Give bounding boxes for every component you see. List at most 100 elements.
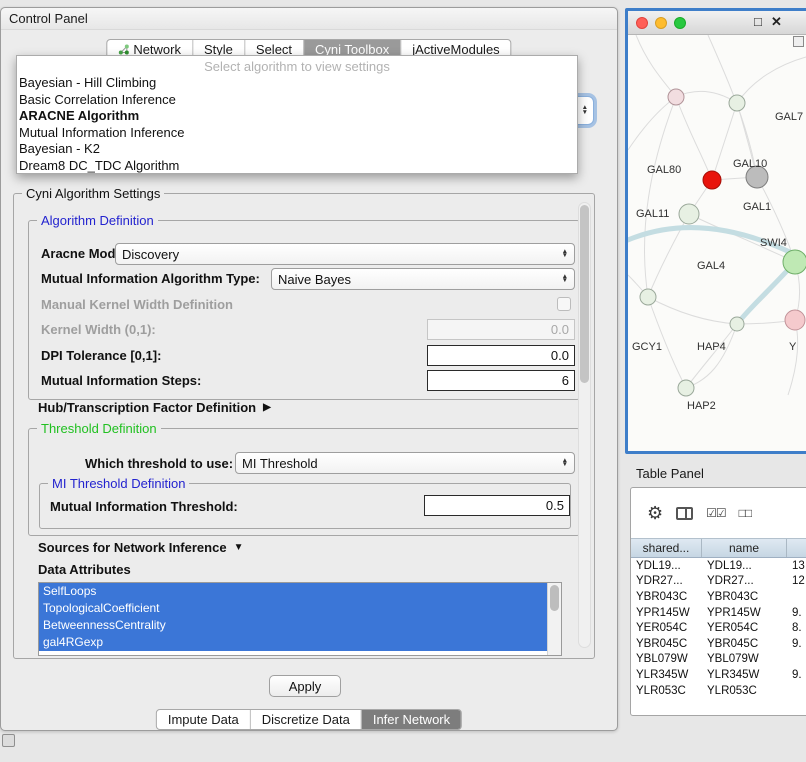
table-header-row: shared...name: [631, 538, 806, 558]
table-column-header[interactable]: shared...: [631, 539, 702, 557]
network-edge: [686, 324, 737, 388]
select-all-columns-icon[interactable]: [706, 506, 726, 520]
table-cell: 9.: [787, 669, 806, 681]
table-row[interactable]: YBR045CYBR045C9.: [631, 636, 806, 652]
mi-threshold-legend: MI Threshold Definition: [48, 476, 189, 491]
table-row[interactable]: YLR345WYLR345W9.: [631, 667, 806, 683]
algorithm-option-dream8-dc-tdc-algorithm[interactable]: Dream8 DC_TDC Algorithm: [17, 158, 577, 175]
table-column-header[interactable]: [787, 539, 806, 557]
algorithm-option-aracne-algorithm[interactable]: ARACNE Algorithm: [17, 108, 577, 125]
table-cell: 8.: [787, 622, 806, 634]
table-panel-toolbar: [631, 488, 806, 538]
network-edge: [628, 97, 676, 150]
dpi-tolerance-input[interactable]: [427, 345, 575, 366]
table-panel: shared...name YDL19...YDL19...13YDR27...…: [630, 487, 806, 716]
algorithm-option-bayesian-hill-climbing[interactable]: Bayesian - Hill Climbing: [17, 75, 577, 92]
network-node[interactable]: [678, 380, 694, 396]
column-browser-icon[interactable]: [676, 507, 693, 520]
control-panel-titlebar[interactable]: Control Panel: [1, 8, 617, 30]
network-node[interactable]: [668, 89, 684, 105]
network-node-label: GAL1: [743, 201, 771, 213]
mi-steps-label: Mutual Information Steps:: [41, 373, 201, 388]
which-threshold-value: MI Threshold: [242, 456, 556, 471]
algorithm-dropdown-popup: Select algorithm to view settings Bayesi…: [16, 55, 578, 174]
network-node[interactable]: [730, 317, 744, 331]
table-row[interactable]: YDL19...YDL19...13: [631, 558, 806, 574]
network-edge: [644, 97, 676, 297]
tab-infer-network[interactable]: Infer Network: [361, 710, 461, 729]
kernel-width-label: Kernel Width (0,1):: [41, 322, 156, 337]
network-node[interactable]: [640, 289, 656, 305]
network-overview-toggle[interactable]: [793, 36, 804, 47]
which-threshold-combobox[interactable]: MI Threshold: [235, 452, 575, 474]
table-body: YDL19...YDL19...13YDR27...YDR27...12YBR0…: [631, 558, 806, 716]
network-node[interactable]: [679, 204, 699, 224]
table-row[interactable]: YLR053CYLR053C: [631, 683, 806, 699]
data-attribute-item[interactable]: SelfLoops: [39, 583, 547, 600]
table-cell: 9.: [787, 607, 806, 619]
minimize-traffic-light[interactable]: [655, 17, 667, 29]
network-node-label: GAL4: [697, 260, 725, 272]
kernel-width-input[interactable]: [427, 319, 575, 340]
settings-scrollbar[interactable]: [578, 202, 591, 648]
network-node[interactable]: [783, 250, 806, 274]
manual-kernel-width-checkbox[interactable]: [557, 297, 571, 311]
table-panel-title: Table Panel: [636, 466, 704, 481]
data-attribute-item[interactable]: TopologicalCoefficient: [39, 600, 547, 617]
mi-threshold-input[interactable]: [424, 495, 570, 516]
algorithm-option-basic-correlation-inference[interactable]: Basic Correlation Inference: [17, 92, 577, 109]
list-scrollbar-thumb[interactable]: [550, 585, 559, 611]
algorithm-definition-legend: Algorithm Definition: [37, 213, 158, 228]
data-attributes-items: SelfLoopsTopologicalCoefficientBetweenne…: [39, 583, 561, 651]
network-node-label: GAL10: [733, 158, 767, 170]
threshold-definition-group: Threshold Definition Which threshold to …: [28, 428, 580, 536]
close-window-button[interactable]: ✕: [771, 14, 782, 30]
network-node[interactable]: [703, 171, 721, 189]
network-node[interactable]: [729, 95, 745, 111]
network-node-label: GAL11: [636, 208, 669, 220]
docked-panel-icon[interactable]: [2, 734, 15, 747]
apply-button[interactable]: Apply: [269, 675, 341, 697]
network-node[interactable]: [785, 310, 805, 330]
application-window: Control Panel NetworkStyleSelectCyni Too…: [0, 0, 806, 762]
algorithm-option-bayesian-k2[interactable]: Bayesian - K2: [17, 141, 577, 158]
mi-algorithm-type-combobox[interactable]: Naive Bayes: [271, 268, 575, 290]
data-attributes-label: Data Attributes: [38, 562, 131, 577]
table-row[interactable]: YPR145WYPR145W9.: [631, 605, 806, 621]
table-row[interactable]: YER054CYER054C8.: [631, 620, 806, 636]
combo-arrows-icon: [562, 275, 568, 284]
close-traffic-light[interactable]: [636, 17, 648, 29]
table-cell: YDR27...: [702, 575, 787, 587]
algorithm-option-mutual-information-inference[interactable]: Mutual Information Inference: [17, 125, 577, 142]
network-edge: [676, 97, 712, 180]
data-attribute-item[interactable]: gal4RGexp: [39, 634, 547, 651]
table-row[interactable]: YBR043CYBR043C: [631, 589, 806, 605]
mi-steps-input[interactable]: [427, 370, 575, 391]
network-graph[interactable]: GAL80GAL10GAL11GAL1SWI4GAL4GCY1HAP4YHAP2…: [628, 35, 806, 451]
float-window-button[interactable]: □: [754, 14, 762, 29]
data-attribute-item[interactable]: BetweennessCentrality: [39, 617, 547, 634]
gear-icon[interactable]: [647, 504, 663, 522]
table-row[interactable]: YBL079WYBL079W: [631, 652, 806, 668]
table-cell: YDL19...: [631, 560, 702, 572]
table-row[interactable]: YDR27...YDR27...12: [631, 574, 806, 590]
tab-impute-data[interactable]: Impute Data: [157, 710, 250, 729]
network-window-titlebar[interactable]: □ ✕: [628, 11, 806, 35]
sources-label: Sources for Network Inference: [38, 540, 227, 555]
tab-discretize-data[interactable]: Discretize Data: [250, 710, 361, 729]
zoom-traffic-light[interactable]: [674, 17, 686, 29]
network-canvas[interactable]: GAL80GAL10GAL11GAL1SWI4GAL4GCY1HAP4YHAP2…: [628, 35, 806, 451]
settings-scrollbar-thumb[interactable]: [580, 205, 589, 383]
table-cell: YBR045C: [702, 638, 787, 650]
network-icon: [118, 44, 129, 55]
data-attributes-list[interactable]: SelfLoopsTopologicalCoefficientBetweenne…: [38, 582, 562, 656]
deselect-all-columns-icon[interactable]: [739, 506, 752, 520]
list-scrollbar[interactable]: [547, 583, 561, 655]
hub-definition-disclosure[interactable]: Hub/Transcription Factor Definition: [38, 400, 271, 415]
combo-arrows-icon: [582, 106, 588, 115]
sources-disclosure[interactable]: Sources for Network Inference: [38, 540, 243, 555]
table-column-header[interactable]: name: [702, 539, 787, 557]
aracne-mode-combobox[interactable]: Discovery: [115, 243, 575, 265]
table-cell: YBL079W: [631, 653, 702, 665]
table-cell: YLR053C: [631, 685, 702, 697]
